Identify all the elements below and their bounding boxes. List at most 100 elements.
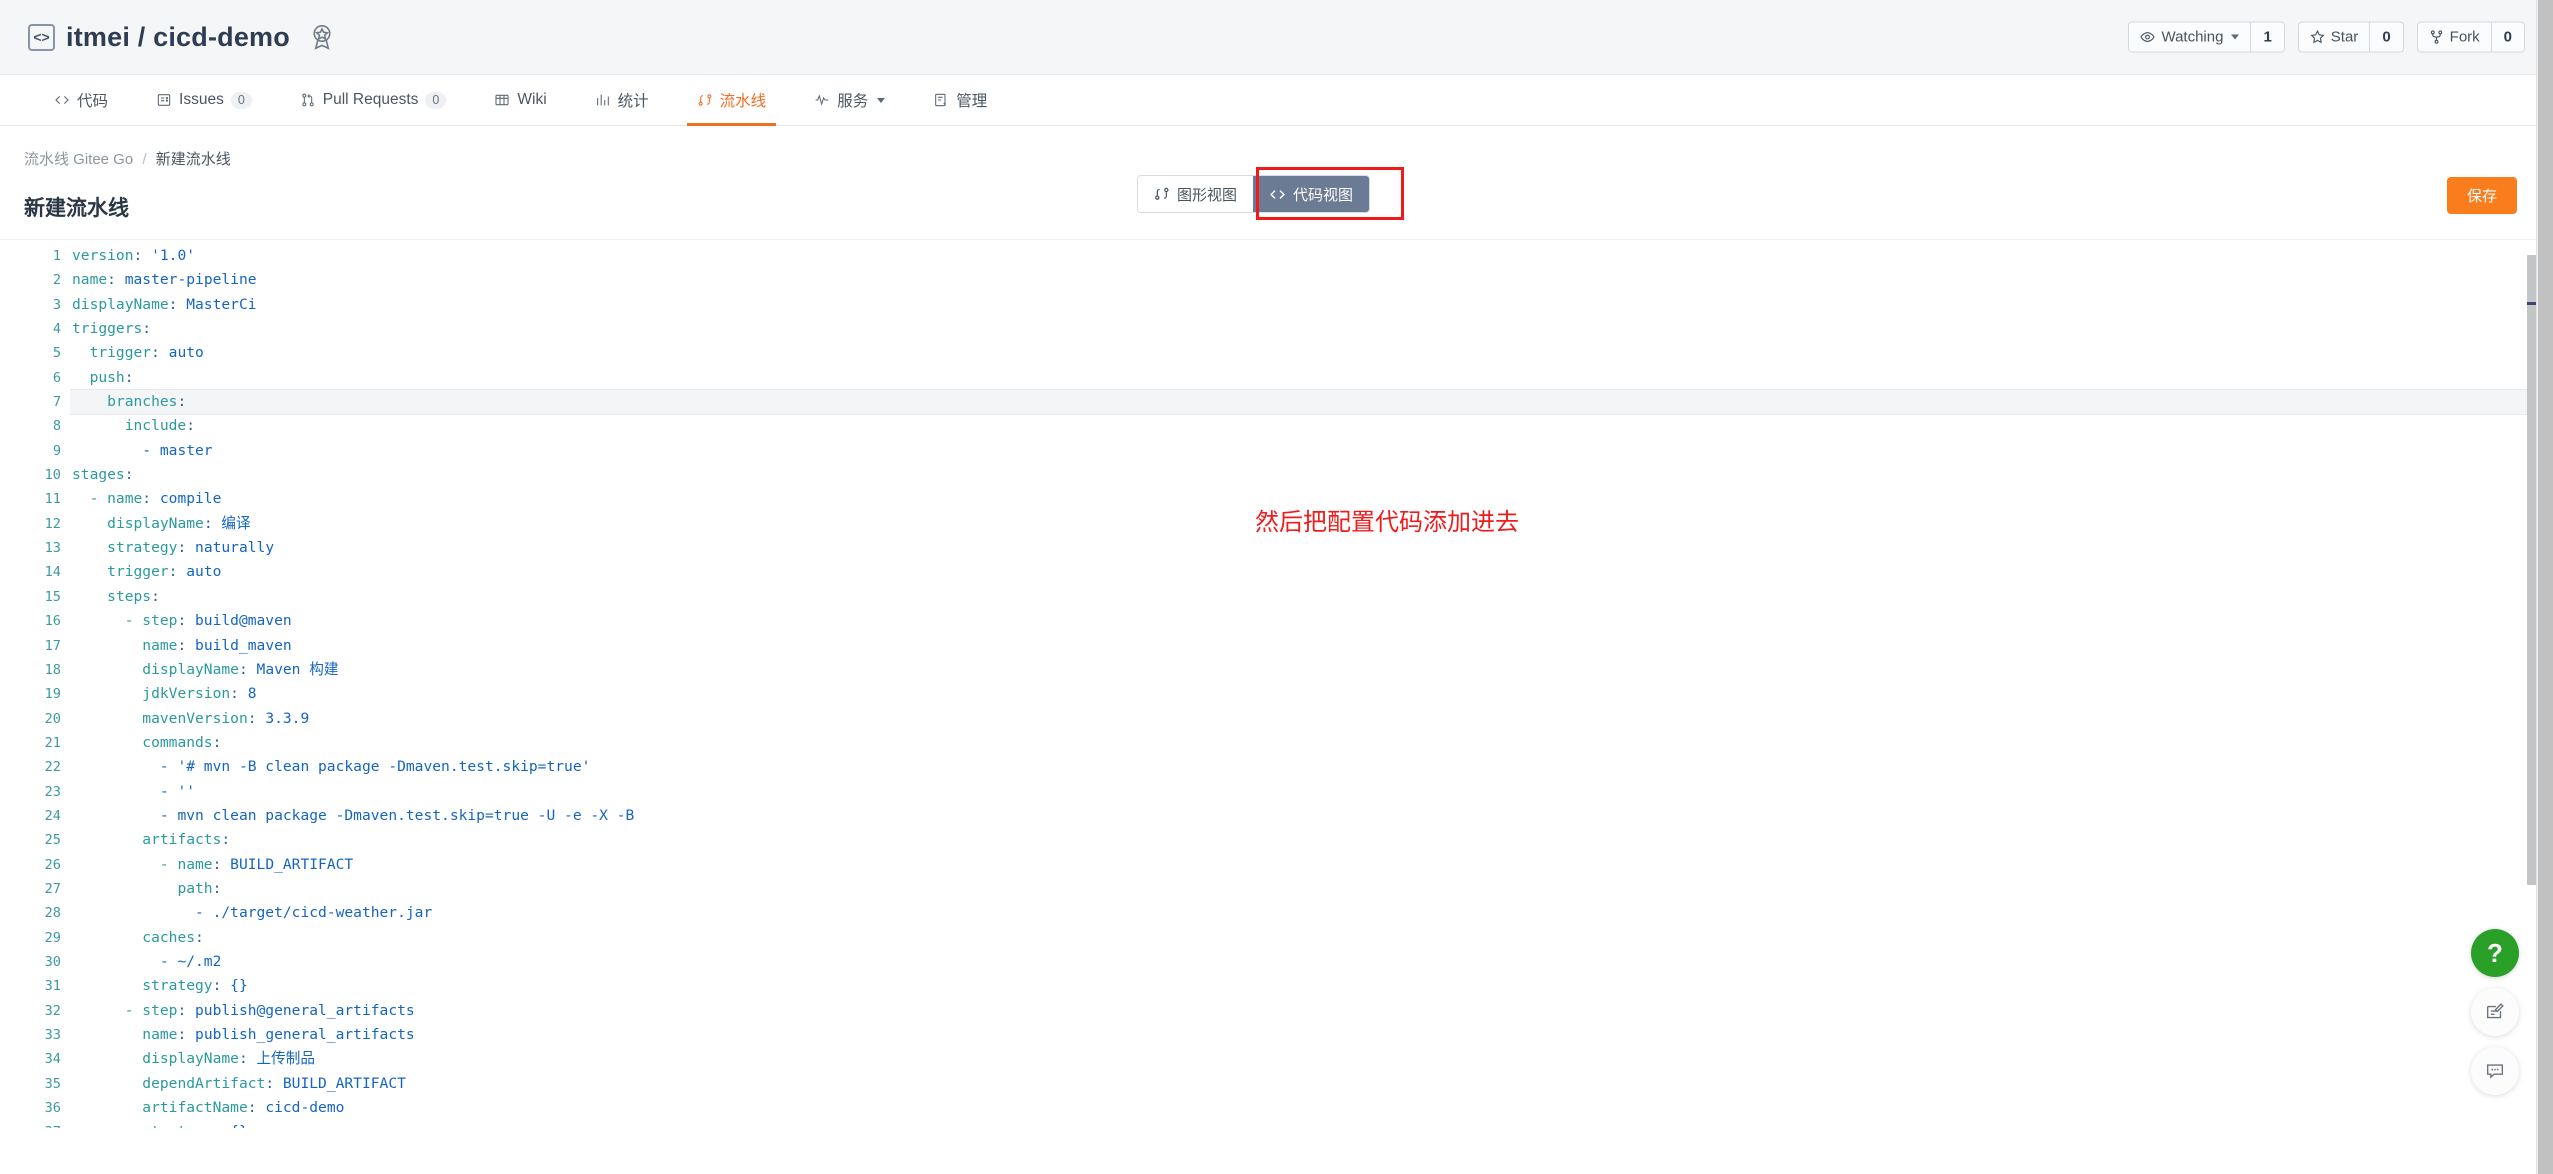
code-line[interactable]: 18 displayName: Maven 构建 (0, 658, 2553, 682)
code-line[interactable]: 2 name: master-pipeline (0, 268, 2553, 292)
code-line[interactable]: 16 - step: build@maven (0, 609, 2553, 633)
code-line[interactable]: 20 mavenVersion: 3.3.9 (0, 707, 2553, 731)
fork-count: 0 (2491, 22, 2524, 52)
line-number: 4 (52, 321, 61, 338)
chat-button[interactable] (2471, 1047, 2519, 1095)
code-line[interactable]: 21 commands: (0, 731, 2553, 755)
line-number: 7 (52, 394, 61, 411)
code-line-text: displayName: MasterCi (72, 295, 257, 313)
code-line[interactable]: 7 branches: (0, 389, 2553, 416)
nav-tab-label: Issues (179, 91, 224, 108)
code-line-text: displayName: 上传制品 (142, 1050, 315, 1068)
code-line[interactable]: 34 displayName: 上传制品 (0, 1047, 2553, 1071)
nav-tab-统计[interactable]: 统计 (571, 75, 673, 125)
save-button[interactable]: 保存 (2446, 177, 2517, 214)
code-line-text: trigger: auto (89, 344, 204, 362)
star-button-group[interactable]: Star 0 (2297, 21, 2404, 53)
repo-owner-name[interactable]: itmei / cicd-demo (66, 22, 290, 53)
nav-tab-issues[interactable]: Issues 0 (132, 75, 276, 125)
line-number: 21 (44, 734, 61, 751)
code-line[interactable]: 23 - '' (0, 780, 2553, 804)
watch-button-group[interactable]: Watching 1 (2128, 21, 2285, 53)
breadcrumb-current: 新建流水线 (155, 151, 231, 168)
line-number: 11 (44, 491, 61, 508)
repo-header: <> itmei / cicd-demo Watching 1 Star 0 F… (0, 0, 2553, 75)
nav-tab-wiki[interactable]: Wiki (470, 75, 570, 125)
star-label: Star (2330, 28, 2359, 46)
code-line[interactable]: 36 artifactName: cicd-demo (0, 1096, 2553, 1120)
feedback-button[interactable] (2471, 988, 2519, 1036)
nav-tab-管理[interactable]: 管理 (909, 75, 1011, 125)
code-line[interactable]: 27 path: (0, 877, 2553, 901)
page-title: 新建流水线 (24, 197, 129, 220)
line-number: 9 (52, 442, 61, 459)
fork-button[interactable]: Fork (2418, 22, 2492, 52)
wiki-icon (494, 92, 510, 108)
nav-tab-服务[interactable]: 服务 (790, 75, 909, 125)
issues-icon (156, 92, 172, 108)
code-line[interactable]: 22 - '# mvn -B clean package -Dmaven.tes… (0, 755, 2553, 779)
code-line[interactable]: 19 jdkVersion: 8 (0, 682, 2553, 706)
code-line[interactable]: 4 triggers: (0, 317, 2553, 341)
nav-tab-流水线[interactable]: 流水线 (673, 75, 791, 126)
page-scrollbar-thumb[interactable] (2538, 0, 2553, 1174)
pipeline-code-editor[interactable]: 1 version: '1.0' 2 name: master-pipeline 3 di… (0, 239, 2553, 1128)
code-line[interactable]: 35 dependArtifact: BUILD_ARTIFACT (0, 1072, 2553, 1096)
code-line-text: - mvn clean package -Dmaven.test.skip=tr… (159, 806, 635, 824)
code-line[interactable]: 28 - ./target/cicd-weather.jar (0, 901, 2553, 925)
code-line[interactable]: 32 - step: publish@general_artifacts (0, 999, 2553, 1023)
code-line-text: mavenVersion: 3.3.9 (142, 709, 310, 727)
code-view-icon (1270, 189, 1285, 199)
code-line-text: triggers: (72, 320, 152, 338)
pull-request-icon (300, 92, 316, 108)
code-line[interactable]: 3 displayName: MasterCi (0, 293, 2553, 317)
code-line[interactable]: 14 trigger: auto (0, 560, 2553, 584)
watch-button[interactable]: Watching (2129, 22, 2252, 52)
nav-tab-代码[interactable]: 代码 (30, 75, 132, 125)
page-body: 流水线 Gitee Go / 新建流水线 新建流水线 图形视图 代码视图 保存 … (0, 126, 2553, 1128)
line-number: 5 (52, 345, 61, 362)
code-line[interactable]: 26 - name: BUILD_ARTIFACT (0, 853, 2553, 877)
code-view-button[interactable]: 代码视图 (1253, 176, 1370, 212)
code-line[interactable]: 15 steps: (0, 585, 2553, 609)
code-line-text: strategy: {} (142, 977, 248, 995)
code-line[interactable]: 9 - master (0, 439, 2553, 463)
star-button[interactable]: Star (2299, 22, 2371, 52)
line-number: 35 (44, 1075, 61, 1092)
code-lines-container[interactable]: 1 version: '1.0' 2 name: master-pipeline 3 di… (0, 240, 2553, 1128)
breadcrumb-root[interactable]: 流水线 Gitee Go (24, 151, 133, 168)
code-line[interactable]: 10 stages: (0, 463, 2553, 487)
code-line[interactable]: 30 - ~/.m2 (0, 950, 2553, 974)
line-number: 20 (44, 710, 61, 727)
fork-button-group[interactable]: Fork 0 (2416, 21, 2525, 53)
code-line[interactable]: 8 include: (0, 414, 2553, 438)
breadcrumb-separator: / (142, 151, 147, 168)
star-count: 0 (2370, 22, 2403, 52)
nav-tab-label: 统计 (617, 93, 649, 110)
code-line[interactable]: 33 name: publish_general_artifacts (0, 1023, 2553, 1047)
code-line[interactable]: 5 trigger: auto (0, 341, 2553, 365)
star-icon (2310, 29, 2325, 44)
nav-tab-count: 0 (425, 91, 447, 109)
code-line[interactable]: 25 artifacts: (0, 828, 2553, 852)
fork-icon (2430, 30, 2442, 44)
page-vertical-scrollbar[interactable] (2536, 0, 2553, 1174)
code-line[interactable]: 37 strategy: {} (0, 1120, 2553, 1128)
code-line[interactable]: 29 caches: (0, 926, 2553, 950)
code-line[interactable]: 17 name: build_maven (0, 634, 2553, 658)
header-actions: Watching 1 Star 0 Fork 0 (2128, 21, 2525, 53)
line-number: 36 (44, 1100, 61, 1117)
line-number: 34 (44, 1051, 61, 1068)
line-number: 10 (44, 467, 61, 484)
code-line[interactable]: 13 strategy: naturally (0, 536, 2553, 560)
code-line[interactable]: 1 version: '1.0' (0, 244, 2553, 268)
code-line-text: dependArtifact: BUILD_ARTIFACT (142, 1074, 406, 1092)
watch-count: 1 (2251, 22, 2284, 52)
help-button[interactable]: ? (2471, 929, 2519, 977)
nav-tab-pull-requests[interactable]: Pull Requests 0 (276, 75, 471, 125)
code-line[interactable]: 31 strategy: {} (0, 974, 2553, 998)
code-line-text: name: publish_general_artifacts (142, 1026, 415, 1043)
graph-view-button[interactable]: 图形视图 (1138, 176, 1254, 212)
code-line[interactable]: 6 push: (0, 366, 2553, 390)
code-line[interactable]: 24 - mvn clean package -Dmaven.test.skip… (0, 804, 2553, 828)
